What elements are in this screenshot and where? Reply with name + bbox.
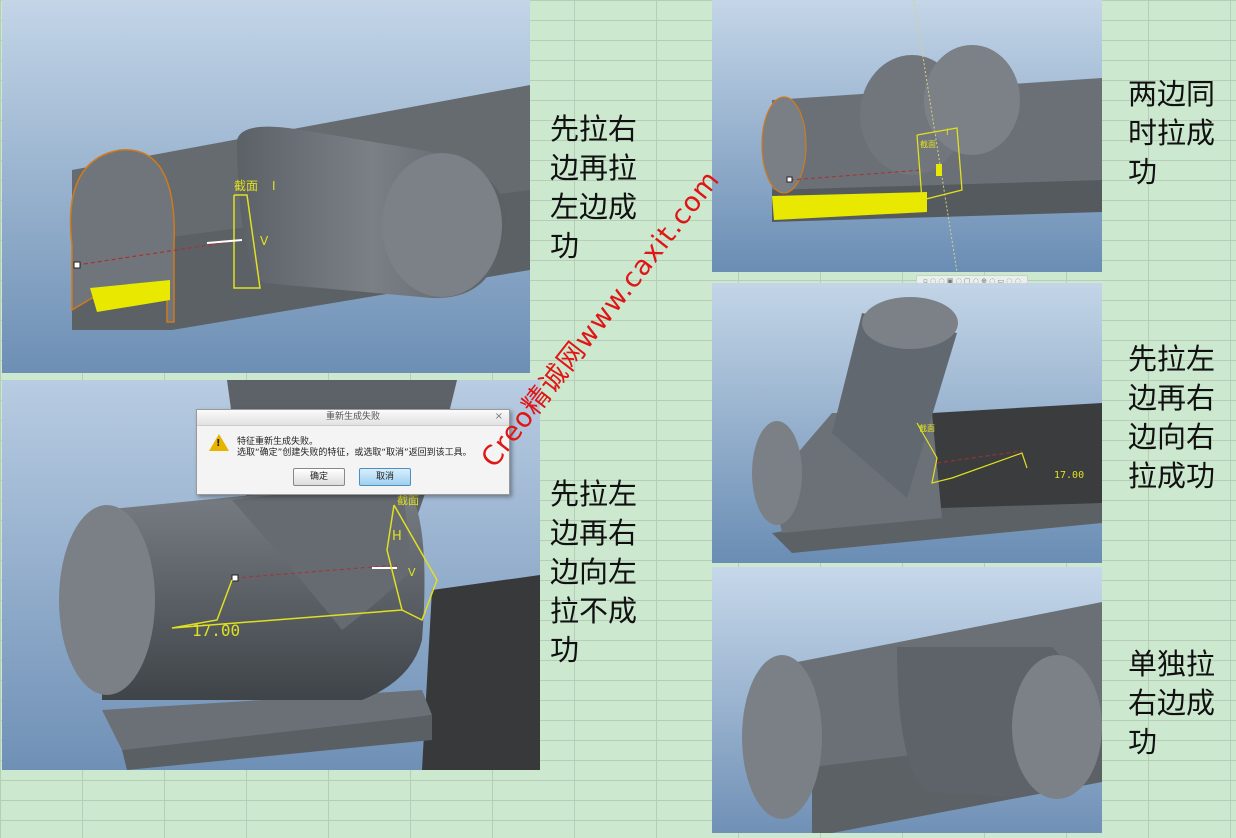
section-label: 截面: [234, 179, 258, 193]
note-line: 功: [550, 633, 580, 667]
dim-label: I: [946, 128, 949, 138]
note-mid-left: 先拉左 边再右 边向左 拉不成 功: [550, 475, 637, 670]
viewport-panel-4: 截面 17.00: [712, 283, 1102, 563]
cancel-button[interactable]: 取消: [359, 468, 411, 486]
note-line: 边向左: [550, 555, 638, 589]
note-line: 两边同: [1128, 77, 1216, 111]
dim-label: V: [260, 234, 269, 248]
length-dimension: 17.00: [1054, 470, 1084, 481]
note-line: 左边成: [550, 190, 638, 224]
viewport-panel-5: [712, 567, 1102, 833]
ok-button[interactable]: 确定: [293, 468, 345, 486]
viewport-panel-1: 截面 I V: [2, 0, 530, 373]
note-mid-right: 先拉左 边再右 边向右 拉成功: [1128, 340, 1215, 496]
note-top-right: 两边同 时拉成 功: [1128, 75, 1215, 192]
dim-label: I: [272, 179, 276, 193]
note-line: 功: [1128, 725, 1158, 759]
note-line: 单独拉: [1128, 647, 1216, 681]
note-line: 先拉右: [550, 112, 638, 146]
note-line: 拉不成: [550, 594, 638, 628]
warning-mark: !: [216, 438, 221, 449]
length-dimension: 17.00: [192, 621, 240, 640]
viewport-panel-2: 截面 I: [712, 0, 1102, 272]
note-line: 边再拉: [550, 151, 638, 185]
section-label: 截面: [920, 139, 936, 149]
dim-label: V: [408, 566, 416, 579]
dialog-message-line2: 选取“确定”创建失败的特征，或选取“取消”返回到该工具。: [237, 448, 472, 458]
note-line: 先拉左: [1128, 342, 1216, 376]
regen-failed-dialog: 重新生成失败 × ! 特征重新生成失败。 选取“确定”创建失败的特征，或选取“取…: [196, 409, 510, 495]
dialog-title: 重新生成失败: [197, 410, 509, 426]
note-line: 边向右: [1128, 420, 1216, 454]
warning-icon: !: [209, 434, 229, 451]
note-line: 边再右: [550, 516, 638, 550]
section-label: 截面: [919, 423, 935, 433]
note-line: 右边成: [1128, 686, 1216, 720]
note-line: 边再右: [1128, 381, 1216, 415]
note-line: 时拉成: [1128, 116, 1216, 150]
note-top-left: 先拉右 边再拉 左边成 功: [550, 110, 637, 266]
note-bottom-right: 单独拉 右边成 功: [1128, 645, 1215, 762]
note-line: 功: [1128, 155, 1158, 189]
note-line: 拉成功: [1128, 459, 1216, 493]
section-label: 截面: [397, 493, 419, 507]
dim-label: H: [392, 529, 402, 544]
note-line: 先拉左: [550, 477, 638, 511]
